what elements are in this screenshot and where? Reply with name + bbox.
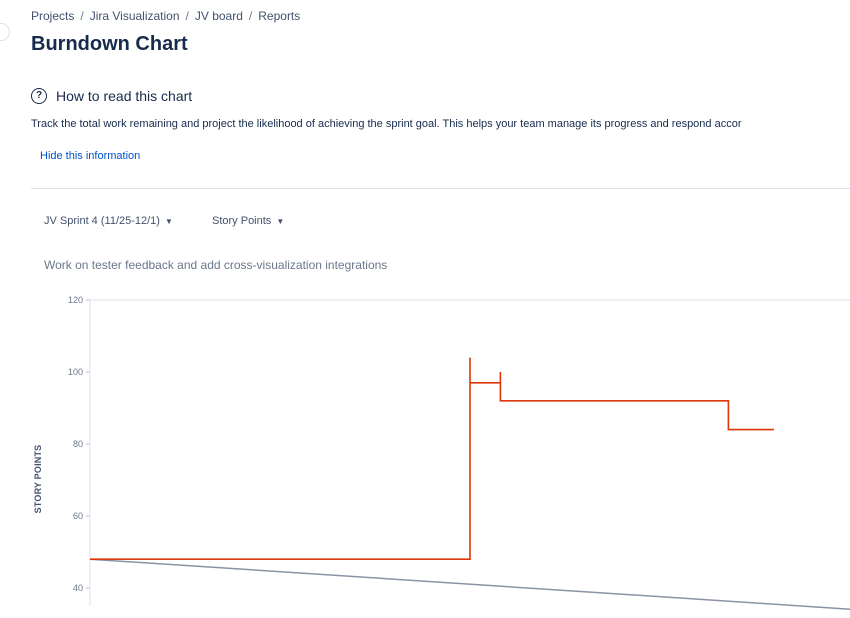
y-ticks: 40 60 80 100 120 bbox=[68, 295, 90, 593]
y-tick-label: 80 bbox=[73, 439, 83, 449]
burndown-chart: 40 60 80 100 120 bbox=[68, 295, 850, 610]
remaining-work-series bbox=[90, 357, 774, 561]
y-tick-label: 100 bbox=[68, 367, 83, 377]
y-tick-label: 40 bbox=[73, 583, 83, 593]
y-tick-label: 60 bbox=[73, 511, 83, 521]
y-tick-label: 120 bbox=[68, 295, 83, 305]
guideline-series bbox=[89, 558, 850, 610]
